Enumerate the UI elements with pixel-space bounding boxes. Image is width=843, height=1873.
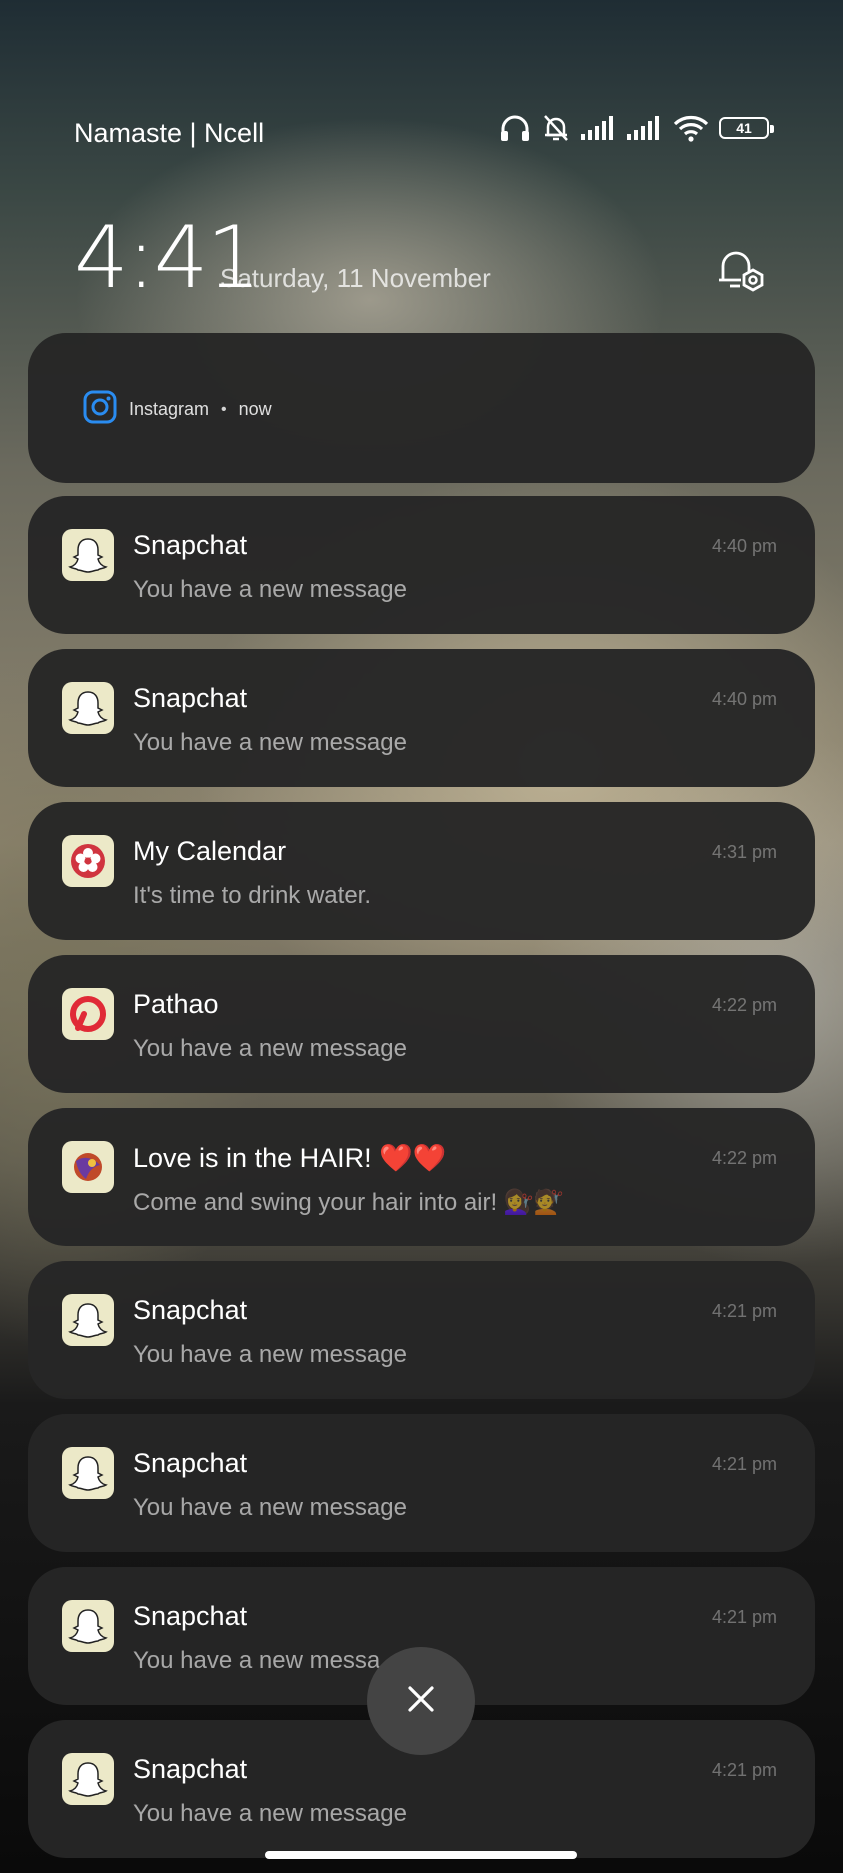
notification-title: Snapchat (133, 683, 248, 713)
notification-time: 4:40 pm (711, 689, 777, 709)
notification-time: 4:31 pm (711, 842, 777, 862)
notification-title: Pathao (133, 989, 219, 1019)
notification-title: Snapchat (133, 1754, 248, 1784)
notification-card[interactable]: Snapchat You have a new message 4:21 pm (28, 1414, 815, 1552)
notification-title: My Calendar (133, 836, 287, 866)
notification-title: Love is in the HAIR! ❤️❤️ (133, 1143, 447, 1173)
snapchat-icon (62, 1753, 114, 1805)
snapchat-icon (62, 682, 114, 734)
notification-time: 4:21 pm (711, 1760, 777, 1780)
notification-body: You have a new message (133, 729, 407, 756)
notification-body: You have a new message (133, 1800, 407, 1827)
notification-body: Come and swing your hair into air! 💇‍♀️💇 (133, 1189, 564, 1216)
battery-icon: 41 (719, 117, 774, 139)
home-indicator[interactable] (265, 1851, 577, 1859)
notification-time: 4:22 pm (711, 1148, 777, 1168)
close-icon (406, 1684, 436, 1719)
notification-card[interactable]: Snapchat You have a new message 4:21 pm (28, 1261, 815, 1399)
snapchat-icon (62, 1294, 114, 1346)
wifi-icon (673, 114, 709, 142)
notification-title: Snapchat (133, 530, 248, 560)
snapchat-icon (62, 1600, 114, 1652)
notification-card[interactable]: Love is in the HAIR! ❤️❤️ Come and swing… (28, 1108, 815, 1246)
notification-body: You have a new message (133, 576, 407, 603)
pathao-icon (62, 988, 114, 1040)
status-bar: Namaste | Ncell 41 (0, 0, 843, 160)
notification-body: You have a new message (133, 1035, 407, 1062)
carrier-name: Namaste | Ncell (74, 118, 265, 148)
notification-time: 4:22 pm (711, 995, 777, 1015)
snapchat-icon (62, 529, 114, 581)
clear-all-button[interactable] (367, 1647, 475, 1755)
instagram-notification[interactable]: Instagram • now (28, 333, 815, 483)
notification-body: You have a new messa (133, 1647, 381, 1674)
bell-muted-icon (541, 113, 571, 143)
notification-card[interactable]: Snapchat You have a new message 4:40 pm (28, 649, 815, 787)
notification-time: 4:21 pm (711, 1454, 777, 1474)
battery-level: 41 (736, 120, 752, 136)
calendar-flower-icon (62, 835, 114, 887)
status-icons: 41 (499, 113, 774, 143)
separator-dot: • (221, 400, 227, 418)
instagram-header: Instagram • now (83, 390, 272, 429)
notification-title: Snapchat (133, 1601, 248, 1631)
instagram-time: now (238, 399, 272, 419)
signal-icon (627, 115, 663, 141)
lockscreen-date: Saturday, 11 November (220, 263, 491, 293)
notification-time: 4:21 pm (711, 1301, 777, 1321)
snapchat-icon (62, 1447, 114, 1499)
salon-icon (62, 1141, 114, 1193)
signal-icon (581, 115, 617, 141)
instagram-icon (83, 390, 117, 429)
notification-card[interactable]: My Calendar It's time to drink water. 4:… (28, 802, 815, 940)
instagram-app-name: Instagram (129, 399, 210, 419)
notification-time: 4:40 pm (711, 536, 777, 556)
headphones-icon (499, 113, 531, 143)
notification-settings-icon[interactable] (713, 242, 769, 298)
notification-body: You have a new message (133, 1341, 407, 1368)
notification-time: 4:21 pm (711, 1607, 777, 1627)
notification-title: Snapchat (133, 1448, 248, 1478)
notification-card[interactable]: Pathao You have a new message 4:22 pm (28, 955, 815, 1093)
notification-body: It's time to drink water. (133, 882, 371, 909)
notification-card[interactable]: Snapchat You have a new message 4:40 pm (28, 496, 815, 634)
notification-body: You have a new message (133, 1494, 407, 1521)
notification-title: Snapchat (133, 1295, 248, 1325)
